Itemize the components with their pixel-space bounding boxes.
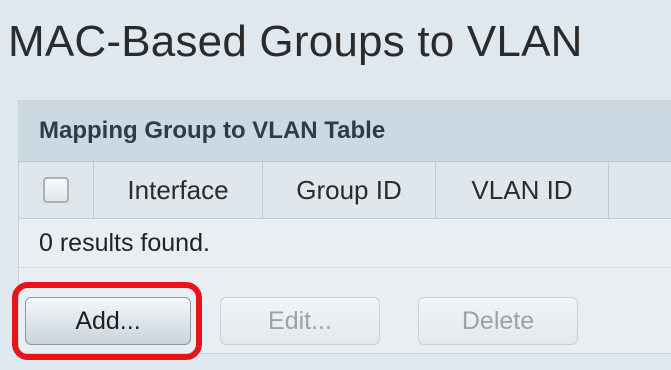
add-button[interactable]: Add... — [25, 297, 191, 345]
select-all-cell — [19, 162, 94, 218]
results-count: 0 results found. — [19, 219, 671, 268]
select-all-checkbox[interactable] — [43, 177, 69, 203]
table-title: Mapping Group to VLAN Table — [19, 101, 671, 162]
button-row: Add... Edit... Delete — [19, 289, 671, 353]
edit-button[interactable]: Edit... — [220, 297, 380, 345]
column-header-group-id[interactable]: Group ID — [263, 162, 436, 218]
mapping-table-panel: Mapping Group to VLAN Table Interface Gr… — [18, 100, 671, 354]
delete-button[interactable]: Delete — [418, 297, 578, 345]
table-header-row: Interface Group ID VLAN ID — [19, 162, 671, 219]
column-header-vlan-id[interactable]: VLAN ID — [436, 162, 609, 218]
column-header-interface[interactable]: Interface — [94, 162, 263, 218]
page-title: MAC-Based Groups to VLAN — [8, 17, 583, 66]
